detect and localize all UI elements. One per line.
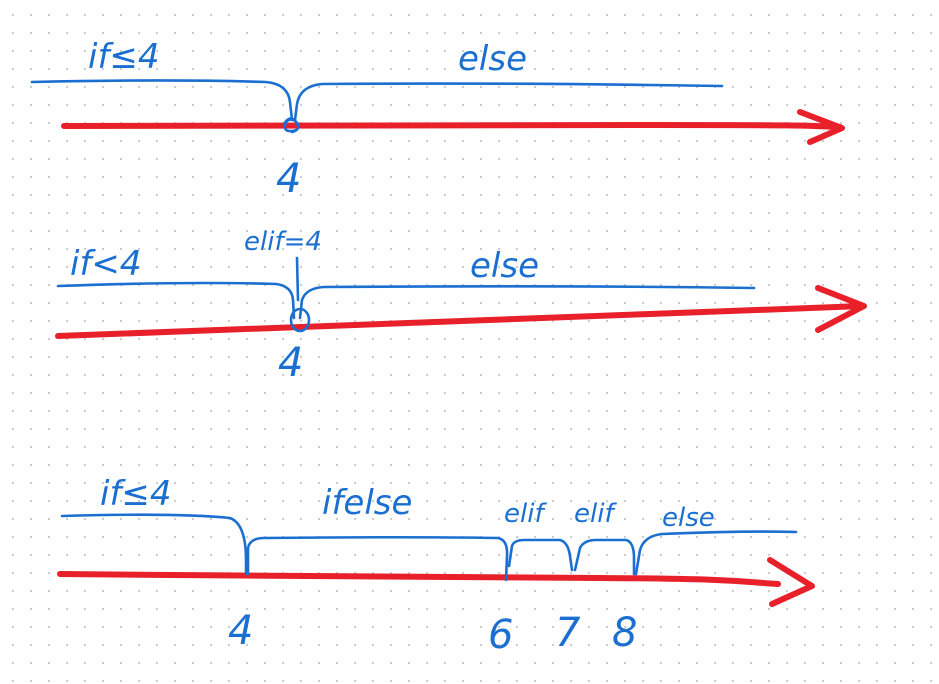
label-else-middle: else	[470, 246, 539, 286]
label-elif-eq-4-middle: elif=4	[244, 227, 322, 257]
label-else-top: else	[458, 39, 527, 79]
label-elif-2-bottom: elif	[574, 499, 617, 529]
diagram-middle: if<4 elif=4 else 4	[55, 227, 867, 386]
label-else-bottom: else	[662, 503, 715, 533]
diagram-bottom: if≤4 ifelse elif elif else 4 6 7 8	[57, 474, 815, 658]
brace-if-bottom	[60, 513, 248, 576]
brace-left-top	[30, 79, 294, 122]
tick-label-middle-4: 4	[278, 340, 303, 386]
whiteboard-canvas: if≤4 else 4 if<4 elif=4 else 4 if≤4 ifel…	[30, 37, 867, 658]
tick-label-top-4: 4	[276, 156, 301, 202]
number-line-bottom	[57, 571, 781, 587]
label-if-le-4-top: if≤4	[88, 37, 160, 77]
brace-right-top	[293, 82, 724, 122]
label-elif-1-bottom: elif	[504, 499, 547, 529]
diagram-top: if≤4 else 4	[30, 37, 845, 202]
tick-label-bottom-6: 6	[488, 612, 513, 658]
label-ifelse-bottom: ifelse	[322, 483, 412, 523]
brace-elif2-bottom	[573, 538, 636, 576]
label-if-lt-4-middle: if<4	[70, 244, 142, 284]
brace-left-middle	[56, 281, 296, 320]
brace-else-bottom	[634, 530, 798, 576]
tick-label-bottom-7: 7	[555, 610, 581, 656]
tick-label-bottom-8: 8	[612, 610, 637, 656]
brace-elif1-bottom	[507, 538, 574, 572]
tick-label-bottom-4: 4	[228, 608, 253, 654]
number-line-middle	[55, 303, 863, 339]
number-line-top	[61, 122, 843, 130]
label-if-le-4-bottom: if≤4	[100, 474, 172, 514]
brace-center-middle	[295, 256, 300, 302]
